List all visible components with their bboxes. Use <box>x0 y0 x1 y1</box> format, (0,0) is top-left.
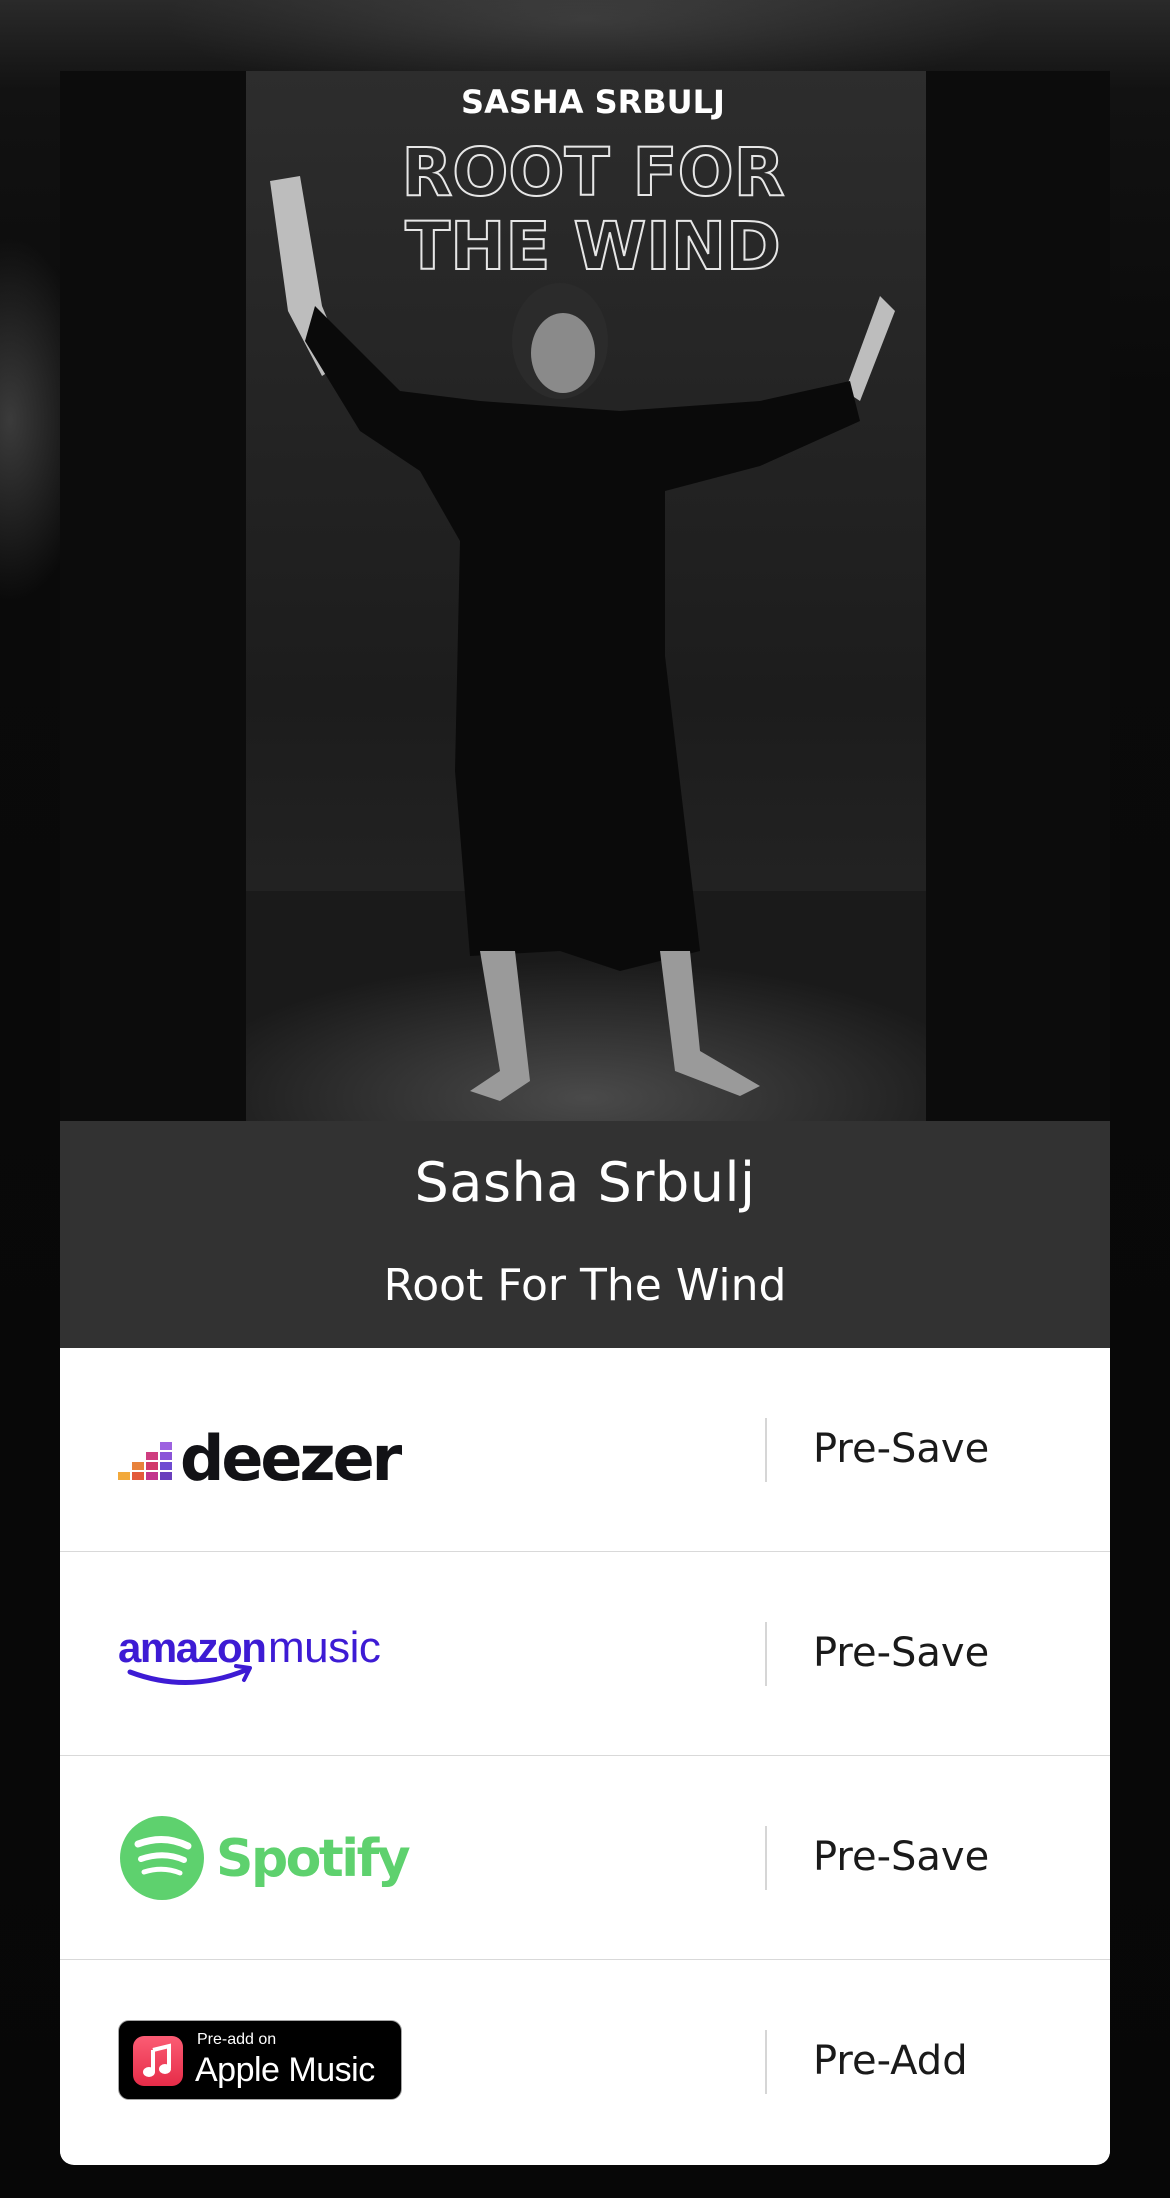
spotify-logo: Spotify <box>120 1815 412 1900</box>
service-row-deezer[interactable]: deezer Pre-Save <box>60 1348 1110 1553</box>
cover-artist-text: SASHA SRBULJ <box>461 83 725 121</box>
apple-music-badge: Pre-add on Apple Music <box>118 2020 402 2100</box>
album-cover: SASHA SRBULJ ROOT FOR THE WIND <box>60 71 1110 1121</box>
row-divider <box>765 2030 767 2094</box>
row-divider <box>765 1418 767 1482</box>
row-divider <box>765 1826 767 1890</box>
deezer-presave-button[interactable]: Pre-Save <box>813 1348 989 1551</box>
release-title: Root For The Wind <box>383 1260 787 1311</box>
deezer-wordmark: deezer <box>180 1422 403 1495</box>
music-note-icon <box>133 2036 183 2086</box>
spotify-presave-button[interactable]: Pre-Save <box>813 1756 989 1959</box>
deezer-logo: deezer <box>118 1422 406 1495</box>
badge-small-text: Pre-add on <box>197 2031 277 2048</box>
presave-card: SASHA SRBULJ ROOT FOR THE WIND Sasha Srb… <box>60 71 1110 2165</box>
amazon-music-logo: amazon music <box>118 1623 381 1685</box>
service-row-apple-music[interactable]: Pre-add on Apple Music Pre-Add <box>60 1960 1110 2163</box>
artist-name: Sasha Srbulj <box>414 1151 756 1214</box>
amazon-wordmark: amazon <box>118 1624 265 1671</box>
cover-title-line2: THE WIND <box>405 208 781 285</box>
spotify-wordmark: Spotify <box>216 1829 410 1889</box>
badge-big-text: Apple Music <box>195 2051 375 2089</box>
cover-title-line1: ROOT FOR <box>401 134 784 211</box>
row-divider <box>765 1622 767 1686</box>
cover-artwork: SASHA SRBULJ ROOT FOR THE WIND <box>60 71 1110 1121</box>
service-row-spotify[interactable]: Spotify Pre-Save <box>60 1756 1110 1961</box>
release-info: Sasha Srbulj Root For The Wind <box>60 1121 1110 1348</box>
apple-music-preadd-button[interactable]: Pre-Add <box>813 1960 968 2163</box>
music-wordmark: music <box>268 1623 380 1672</box>
amazon-presave-button[interactable]: Pre-Save <box>813 1552 989 1755</box>
service-row-amazon-music[interactable]: amazon music Pre-Save <box>60 1552 1110 1757</box>
